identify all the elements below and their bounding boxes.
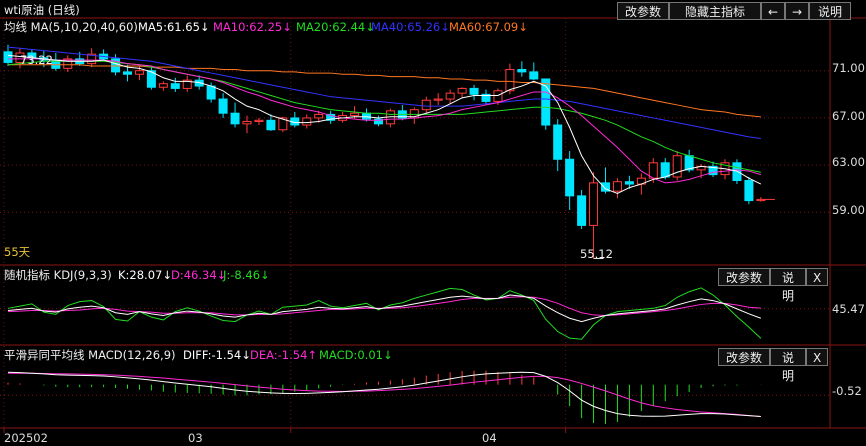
candle-body-52 xyxy=(624,181,634,185)
scroll-right-button[interactable]: → xyxy=(785,2,809,20)
candle-body-18 xyxy=(218,98,228,114)
candle-body-30 xyxy=(362,112,371,120)
y-tick-63: 63.00 xyxy=(832,155,865,169)
candle-body-54 xyxy=(648,162,658,179)
ma10-value: MA10:62.25↓ xyxy=(213,20,292,34)
candle-body-26 xyxy=(314,113,324,119)
period-days-note: 55天 xyxy=(4,245,31,259)
candle-body-37 xyxy=(445,92,455,100)
candle-body-51 xyxy=(612,181,622,192)
high-price-annotation: 73.22 xyxy=(20,53,53,67)
main-modify-params-button[interactable]: 改参数 xyxy=(617,2,669,20)
candle-body-22 xyxy=(266,119,276,131)
chart-title: wti原油 (日线) xyxy=(4,3,80,17)
y-tick-71: 71.00 xyxy=(832,61,865,75)
ma-legend-label: 均线 MA(5,10,20,40,60) xyxy=(4,20,138,34)
candle-body-44 xyxy=(529,71,539,80)
main-help-button[interactable]: 说明 xyxy=(809,2,851,20)
x-tick-03: 03 xyxy=(188,431,203,445)
candle-body-20 xyxy=(242,120,252,125)
macd-modify-params-button[interactable]: 改参数 xyxy=(718,348,770,366)
ma10-line xyxy=(8,58,761,184)
kdj-modify-params-button[interactable]: 改参数 xyxy=(718,268,770,286)
kdj-y-tick: 45.47 xyxy=(832,302,865,316)
candle-body-62 xyxy=(744,180,754,202)
candle-body-42 xyxy=(505,69,515,92)
candle-body-10 xyxy=(123,71,132,75)
candle-body-11 xyxy=(134,70,144,75)
candle-body-39 xyxy=(469,87,479,95)
scroll-left-button[interactable]: ← xyxy=(761,2,785,20)
kdj-j-value: J:-8.46↓ xyxy=(223,268,270,282)
kdj-d-value: D:46.34↓ xyxy=(171,268,227,282)
candle-body-0 xyxy=(3,51,13,63)
candle-body-38 xyxy=(457,87,467,94)
candle-body-19 xyxy=(230,112,240,125)
x-tick-202502: 202502 xyxy=(4,431,48,445)
macd-help-button[interactable]: 说明 xyxy=(770,348,806,383)
candle-body-35 xyxy=(421,99,431,111)
macd-y-tick: -0.52 xyxy=(832,384,862,398)
macd-diff-value: DIFF:-1.54↓ xyxy=(183,348,251,362)
macd-dea-line xyxy=(8,372,761,417)
candle-body-48 xyxy=(577,195,587,226)
candle-body-25 xyxy=(302,117,312,126)
kdj-close-button[interactable]: X xyxy=(806,268,828,286)
kdj-help-button[interactable]: 说明 xyxy=(770,268,806,303)
macd-close-button[interactable]: X xyxy=(806,348,828,366)
candle-body-49 xyxy=(589,182,599,226)
candle-body-36 xyxy=(433,98,443,101)
ma40-value: MA40:65.26↓ xyxy=(371,20,450,34)
candle-body-21 xyxy=(254,119,264,122)
ma40-line xyxy=(7,46,761,139)
y-tick-59: 59.00 xyxy=(832,203,865,217)
ma60-value: MA60:67.09↓ xyxy=(449,20,528,34)
chart-canvas xyxy=(0,17,866,433)
kdj-k-value: K:28.07↓ xyxy=(118,268,172,282)
candle-body-13 xyxy=(158,83,168,88)
kdj-title: 随机指标 KDJ(9,3,3) xyxy=(4,268,112,282)
candle-body-41 xyxy=(493,90,503,102)
candle-body-46 xyxy=(553,124,563,160)
ma5-value: MA5:61.65↓ xyxy=(138,20,210,34)
macd-title: 平滑异同平均线 MACD(12,26,9) xyxy=(4,348,176,362)
macd-diff-line xyxy=(7,371,761,417)
kdj-d-line xyxy=(7,296,761,316)
candle-body-55 xyxy=(660,162,670,178)
macd-dea-value: DEA:-1.54↑ xyxy=(250,348,318,362)
candle-body-29 xyxy=(350,112,360,117)
ma20-value: MA20:62.44↓ xyxy=(296,20,375,34)
candle-body-47 xyxy=(565,158,575,197)
ma60-line xyxy=(8,64,761,118)
candle-body-63 xyxy=(756,198,766,202)
macd-macd-value: MACD:0.01↓ xyxy=(319,348,393,362)
candle-body-14 xyxy=(170,83,180,89)
y-tick-67: 67.00 xyxy=(832,109,865,123)
candle-body-43 xyxy=(517,69,527,73)
candle-body-61 xyxy=(732,162,742,182)
x-tick-04: 04 xyxy=(482,431,497,445)
candle-body-17 xyxy=(206,85,216,100)
hide-main-indicator-button[interactable]: 隐藏主指标 xyxy=(669,2,761,20)
low-price-annotation: 55.12 xyxy=(580,247,613,261)
